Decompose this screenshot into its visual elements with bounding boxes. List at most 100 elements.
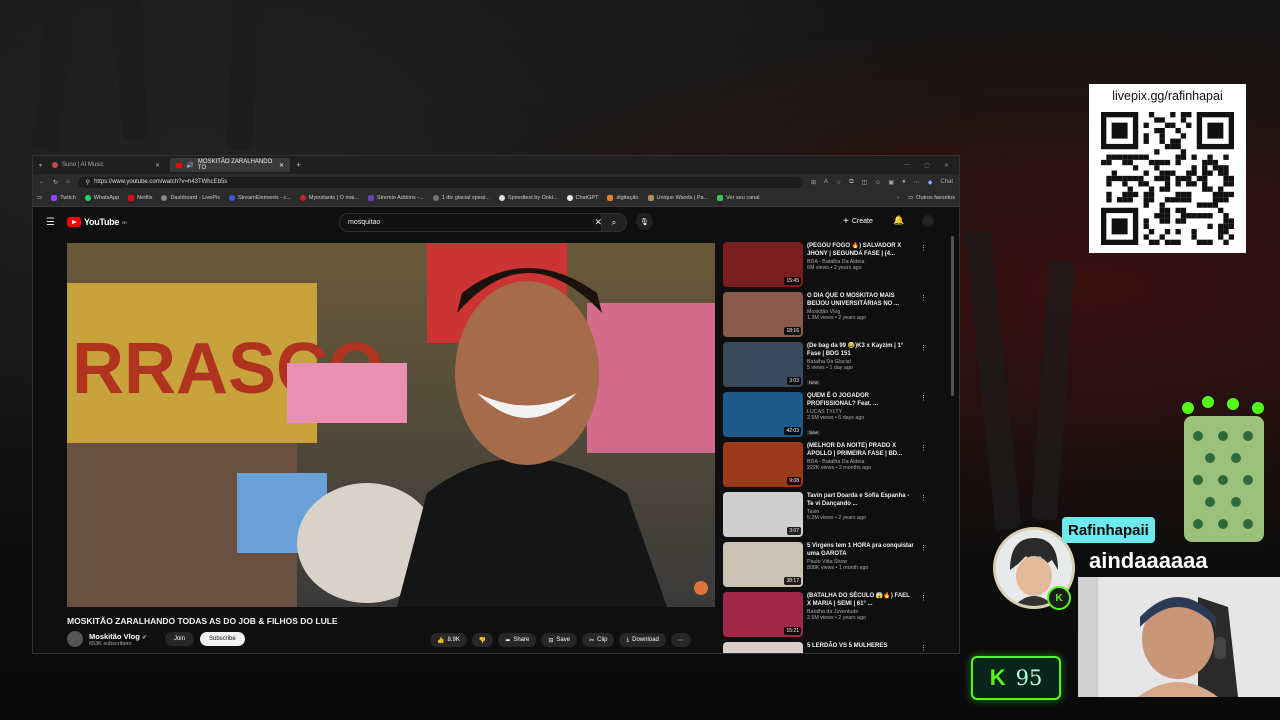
more-options-icon[interactable]: ⋮ bbox=[920, 344, 927, 352]
search-input[interactable]: mosquitao ✕ bbox=[339, 213, 609, 232]
video-thumbnail[interactable]: 3:03 bbox=[723, 342, 803, 387]
new-tab-button[interactable]: + bbox=[296, 160, 301, 170]
maximize-icon[interactable]: ▢ bbox=[924, 162, 930, 169]
favorites-icon[interactable]: ✩ bbox=[875, 179, 880, 186]
related-video-item[interactable]: 15:45 (PEGOU FOGO 🔥) SALVADOR X JHONY | S… bbox=[723, 242, 927, 292]
related-video-item[interactable]: 3:03 (De bag da 99 😂)K3 x Kayzim | 1° Fas… bbox=[723, 342, 927, 392]
join-button[interactable]: Join bbox=[164, 632, 194, 646]
like-button[interactable]: 👍 8.9K bbox=[430, 633, 467, 647]
subscribe-button[interactable]: Subscribe bbox=[199, 632, 245, 646]
download-button[interactable]: ⤓ Download bbox=[619, 633, 666, 647]
related-video-title[interactable]: 5 Virgens tem 1 HORA pra conquistar uma … bbox=[807, 542, 915, 558]
related-video-item[interactable]: 9:08 (MELHOR DA NOITE) PRADO X APOLLO | P… bbox=[723, 442, 927, 492]
back-icon[interactable]: ← bbox=[39, 179, 45, 185]
bookmark-livepix[interactable]: Dashboard - LivePix bbox=[161, 195, 220, 201]
close-icon[interactable]: ✕ bbox=[279, 162, 284, 169]
bookmark-digitacao[interactable]: digitação bbox=[607, 195, 639, 201]
related-video-title[interactable]: Tavin part Doarda e Sofia Espanha - Te v… bbox=[807, 492, 915, 508]
qr-module bbox=[1228, 175, 1234, 182]
collections-icon[interactable]: ▣ bbox=[888, 179, 894, 186]
more-actions-button[interactable]: ⋯ bbox=[670, 633, 691, 647]
more-options-icon[interactable]: ⋮ bbox=[920, 444, 927, 452]
related-video-title[interactable]: (PEGOU FOGO 🔥) SALVADOR X JHONY | SEGUND… bbox=[807, 242, 915, 258]
voice-search-button[interactable]: 🎙 bbox=[636, 213, 653, 230]
video-player[interactable]: RRASCO bbox=[67, 243, 715, 607]
dislike-button[interactable]: 👎 bbox=[471, 633, 494, 647]
related-video-item[interactable]: 42:03 QUEM É O JOGADOR PROFISSIONAL? Feat… bbox=[723, 392, 927, 442]
hamburger-menu-icon[interactable]: ☰ bbox=[46, 217, 55, 228]
minimize-icon[interactable]: — bbox=[904, 162, 910, 169]
related-video-title[interactable]: 5 LERDÃO VS 5 MULHERES bbox=[807, 642, 915, 650]
bookmarks-overflow-icon[interactable]: › bbox=[897, 195, 899, 201]
close-icon[interactable]: ✕ bbox=[155, 162, 160, 169]
video-thumbnail[interactable]: 3:07 bbox=[723, 492, 803, 537]
account-avatar[interactable] bbox=[922, 215, 934, 227]
more-options-icon[interactable]: ⋮ bbox=[920, 644, 927, 652]
audio-icon[interactable]: 🔊 bbox=[186, 162, 193, 169]
video-thumbnail[interactable]: 15:45 bbox=[723, 242, 803, 287]
bookmark-stremio[interactable]: Stremio Addons -... bbox=[367, 195, 424, 201]
video-thumbnail[interactable] bbox=[723, 642, 803, 653]
related-video-title[interactable]: QUEM É O JOGADOR PROFISSIONAL? Feat. ... bbox=[807, 392, 915, 408]
tab-suno[interactable]: Suno | AI Music ✕ bbox=[46, 158, 166, 172]
save-button[interactable]: ⊟ Save bbox=[541, 633, 578, 647]
related-video-title[interactable]: (De bag da 99 😂)K3 x Kayzim | 1° Fase | … bbox=[807, 342, 915, 358]
bookmark-glacial[interactable]: 1 div glacial spear... bbox=[432, 195, 490, 201]
more-options-icon[interactable]: ⋮ bbox=[920, 394, 927, 402]
create-button[interactable]: + Create bbox=[843, 214, 873, 229]
video-thumbnail[interactable]: 38:17 bbox=[723, 542, 803, 587]
search-button[interactable]: ⌕ bbox=[601, 213, 627, 232]
qr-module bbox=[1196, 175, 1203, 182]
channel-avatar[interactable] bbox=[67, 631, 83, 647]
related-video-item[interactable]: 38:17 5 Virgens tem 1 HORA pra conquistar… bbox=[723, 542, 927, 592]
related-video-item[interactable]: 15:21 (BATALHA DO SÉCULO 😱🔥) FAEL X MARIA… bbox=[723, 592, 927, 642]
related-video-item[interactable]: 3:07 Tavin part Doarda e Sofia Espanha - … bbox=[723, 492, 927, 542]
youtube-logo[interactable]: YouTube BR bbox=[67, 217, 127, 227]
bookmark-unique-wands[interactable]: Unique Wands | Pa... bbox=[647, 195, 708, 201]
copilot-chat-icon[interactable]: ◆ bbox=[928, 179, 933, 186]
bookmark-streamelements[interactable]: StreamElements - c... bbox=[228, 195, 291, 201]
related-video-title[interactable]: (MELHOR DA NOITE) PRADO X APOLLO | PRIME… bbox=[807, 442, 915, 458]
home-icon[interactable]: ⌂ bbox=[66, 179, 70, 185]
extensions-icon[interactable]: ⧉ bbox=[849, 179, 853, 186]
related-video-item[interactable]: 5 LERDÃO VS 5 MULHERES ⋮ bbox=[723, 642, 927, 653]
tab-list-icon[interactable]: ▾ bbox=[39, 162, 42, 169]
bookmark-speedtest[interactable]: Speedtest by Ookl... bbox=[499, 195, 558, 201]
related-video-title[interactable]: (BATALHA DO SÉCULO 😱🔥) FAEL X MARIA | SE… bbox=[807, 592, 915, 608]
bookmark-bar-icon[interactable]: ▭ bbox=[37, 195, 42, 201]
more-options-icon[interactable]: ⋮ bbox=[920, 544, 927, 552]
share-button[interactable]: ➦ Share bbox=[498, 633, 537, 647]
bookmark-other-favorites[interactable]: ▭ Outros favoritos bbox=[908, 195, 955, 201]
favorite-star-icon[interactable]: ☆ bbox=[836, 179, 841, 186]
bookmark-chatgpt[interactable]: ChatGPT bbox=[566, 195, 598, 201]
more-options-icon[interactable]: ⋮ bbox=[920, 244, 927, 252]
related-video-title[interactable]: O DIA QUE O MOSKITAO MAIS BEIJOU UNIVERS… bbox=[807, 292, 915, 308]
profile-icon[interactable]: ● bbox=[902, 179, 906, 186]
video-thumbnail[interactable]: 18:16 bbox=[723, 292, 803, 337]
bookmark-netflix[interactable]: Netflix bbox=[128, 195, 152, 201]
page-scrollbar[interactable] bbox=[951, 236, 954, 396]
close-window-icon[interactable]: ✕ bbox=[944, 162, 949, 169]
notifications-bell-icon[interactable]: 🔔 bbox=[893, 215, 904, 226]
url-field[interactable]: ⚲ https://www.youtube.com/watch?v=h43TWh… bbox=[77, 176, 803, 188]
bookmark-twitch[interactable]: Twitch bbox=[51, 195, 76, 201]
bookmark-whatsapp[interactable]: WhatsApp bbox=[84, 195, 119, 201]
more-icon[interactable]: ⋯ bbox=[914, 179, 920, 186]
more-options-icon[interactable]: ⋮ bbox=[920, 294, 927, 302]
bookmark-ver-seu-canal[interactable]: Ver seu canal bbox=[717, 195, 760, 201]
channel-name[interactable]: Moskitão Vlog ✔ bbox=[89, 632, 147, 641]
chat-label[interactable]: Chat bbox=[940, 179, 953, 186]
video-thumbnail[interactable]: 15:21 bbox=[723, 592, 803, 637]
split-screen-icon[interactable]: ◫ bbox=[862, 179, 868, 186]
read-aloud-icon[interactable]: A bbox=[824, 179, 828, 186]
bookmark-myinstants[interactable]: Myinstants | O mai... bbox=[299, 195, 359, 201]
install-icon[interactable]: ⊞ bbox=[811, 179, 816, 186]
video-thumbnail[interactable]: 9:08 bbox=[723, 442, 803, 487]
more-options-icon[interactable]: ⋮ bbox=[920, 594, 927, 602]
more-options-icon[interactable]: ⋮ bbox=[920, 494, 927, 502]
video-thumbnail[interactable]: 42:03 bbox=[723, 392, 803, 437]
related-video-item[interactable]: 18:16 O DIA QUE O MOSKITAO MAIS BEIJOU UN… bbox=[723, 292, 927, 342]
clip-button[interactable]: ✂ Clip bbox=[582, 633, 615, 647]
reload-icon[interactable]: ↻ bbox=[53, 179, 58, 186]
tab-youtube[interactable]: 🔊 MOSKITÃO ZARALHANDO TO ✕ bbox=[170, 158, 291, 172]
